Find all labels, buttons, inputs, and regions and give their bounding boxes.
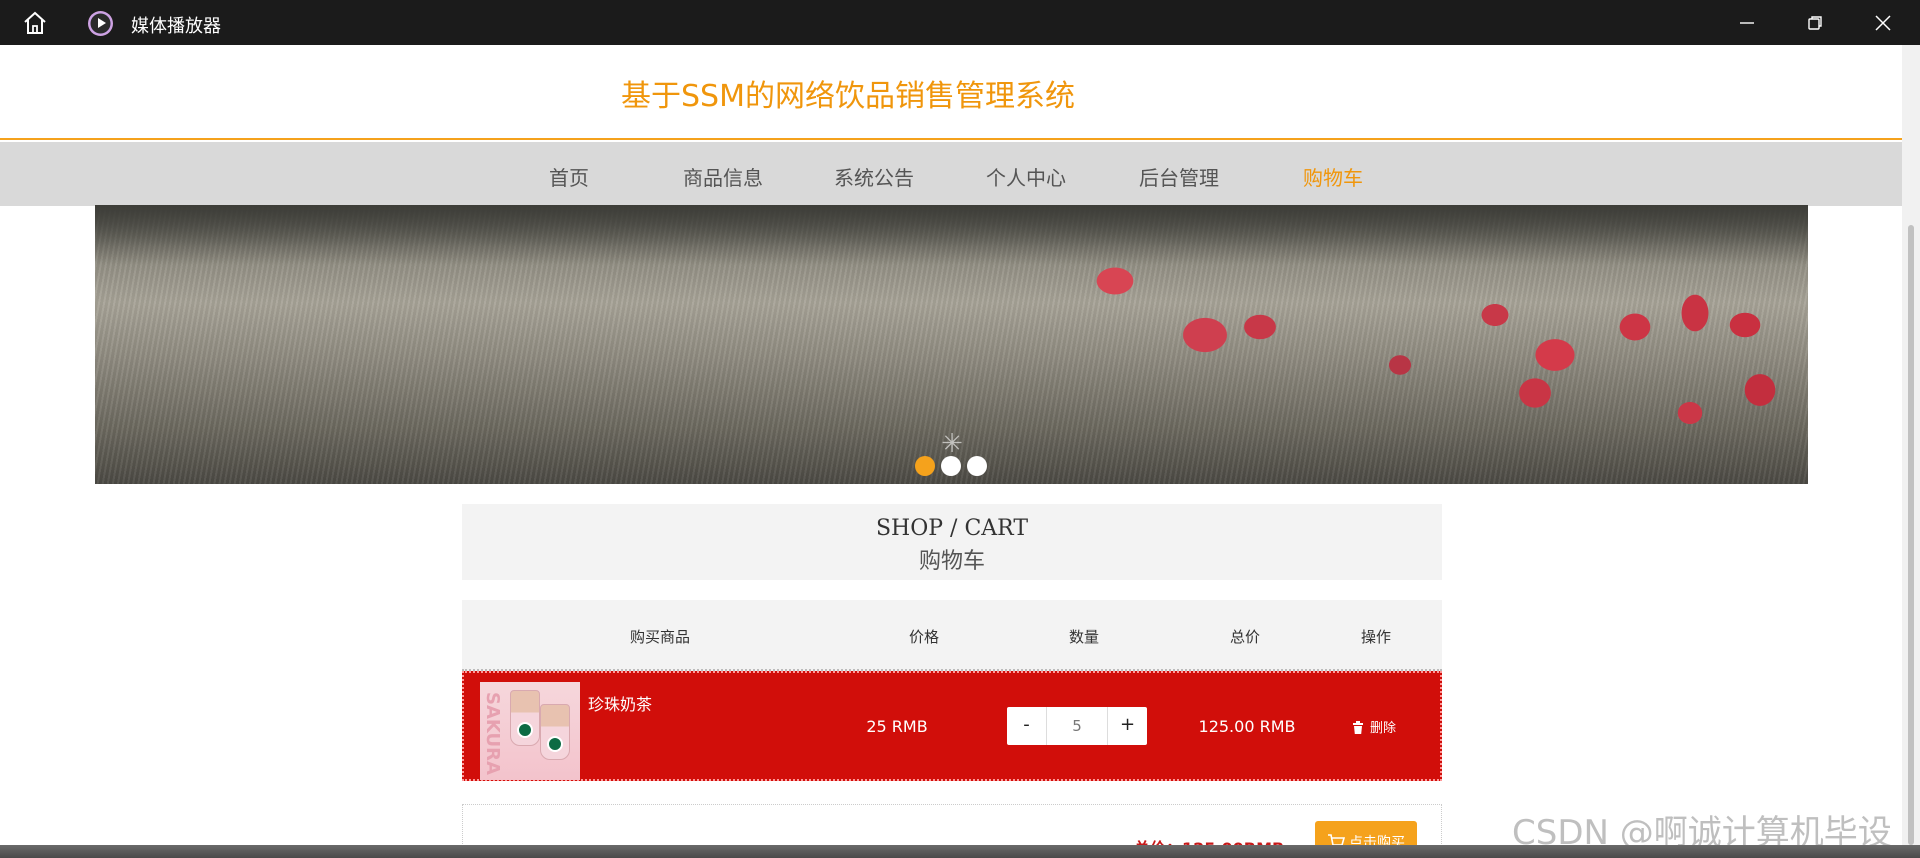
nav-item-home[interactable]: 首页: [549, 162, 589, 191]
restore-icon[interactable]: [1802, 10, 1828, 36]
carousel-dot-2[interactable]: [941, 456, 961, 476]
home-icon[interactable]: [22, 11, 48, 35]
shopping-cart-icon: [1328, 834, 1345, 845]
cart-summary: 总价：125.00RMB 点击购买: [462, 804, 1442, 845]
window-titlebar: 媒体播放器: [0, 0, 1920, 45]
checkout-label: 点击购买: [1349, 835, 1405, 845]
close-icon[interactable]: [1870, 10, 1896, 36]
vertical-scrollbar[interactable]: [1902, 45, 1920, 845]
checkout-button[interactable]: 点击购买: [1315, 821, 1417, 845]
line-total: 125.00 RMB: [1198, 717, 1296, 736]
hero-banner: ✳: [95, 205, 1808, 484]
nav-item-personal-center[interactable]: 个人中心: [986, 162, 1066, 191]
carousel-dot-3[interactable]: [967, 456, 987, 476]
window-title: 媒体播放器: [131, 16, 221, 37]
banner-haze: [95, 205, 1808, 265]
column-header-quantity: 数量: [1068, 628, 1100, 646]
cart-heading: SHOP / CART 购物车: [462, 504, 1442, 580]
column-header-price: 价格: [908, 628, 940, 646]
carousel-dot-1[interactable]: [915, 456, 935, 476]
web-page: 基于SSM的网络饮品销售管理系统 首页 商品信息 系统公告 个人中心 后台管理 …: [0, 45, 1902, 845]
cart-grand-total: 总价：125.00RMB: [1134, 835, 1284, 845]
main-nav: 首页 商品信息 系统公告 个人中心 后台管理 购物车: [0, 142, 1902, 206]
media-player-icon: [88, 11, 113, 36]
product-thumbnail-text: SAKURA: [482, 692, 503, 775]
brand-logo-icon: [517, 722, 533, 738]
product-name[interactable]: 珍珠奶茶: [588, 691, 652, 715]
minimize-icon[interactable]: [1734, 10, 1760, 36]
nav-item-products[interactable]: 商品信息: [683, 162, 763, 191]
scrollbar-thumb[interactable]: [1908, 225, 1914, 845]
site-title: 基于SSM的网络饮品销售管理系统: [621, 79, 1075, 114]
column-header-total: 总价: [1229, 628, 1261, 646]
brand-logo-icon: [547, 736, 563, 752]
nav-item-cart[interactable]: 购物车: [1303, 162, 1363, 191]
cart-heading-cn: 购物车: [918, 549, 985, 574]
quantity-stepper: - +: [1007, 707, 1147, 745]
loading-spinner-icon: ✳: [941, 429, 963, 459]
window-bottom-edge: [0, 845, 1920, 858]
delete-button[interactable]: 删除: [1352, 717, 1396, 736]
trash-icon: [1353, 721, 1363, 734]
site-header: 基于SSM的网络饮品销售管理系统: [0, 45, 1902, 140]
quantity-increment-button[interactable]: +: [1107, 707, 1147, 745]
column-header-actions: 操作: [1360, 628, 1392, 646]
nav-item-admin[interactable]: 后台管理: [1139, 162, 1219, 191]
product-thumbnail[interactable]: SAKURA: [480, 682, 580, 780]
column-header-product: 购买商品: [629, 628, 691, 646]
nav-item-announcements[interactable]: 系统公告: [834, 162, 914, 191]
delete-label: 删除: [1370, 721, 1397, 736]
cart-table-header: 购买商品 价格 数量 总价 操作: [462, 600, 1442, 671]
cart-item-row: SAKURA 珍珠奶茶 25 RMB - + 125.00 RMB 删除: [462, 671, 1442, 781]
cart-heading-en: SHOP / CART: [875, 516, 1029, 541]
product-price: 25 RMB: [866, 717, 928, 736]
quantity-decrement-button[interactable]: -: [1007, 707, 1047, 745]
quantity-input[interactable]: [1048, 707, 1106, 745]
